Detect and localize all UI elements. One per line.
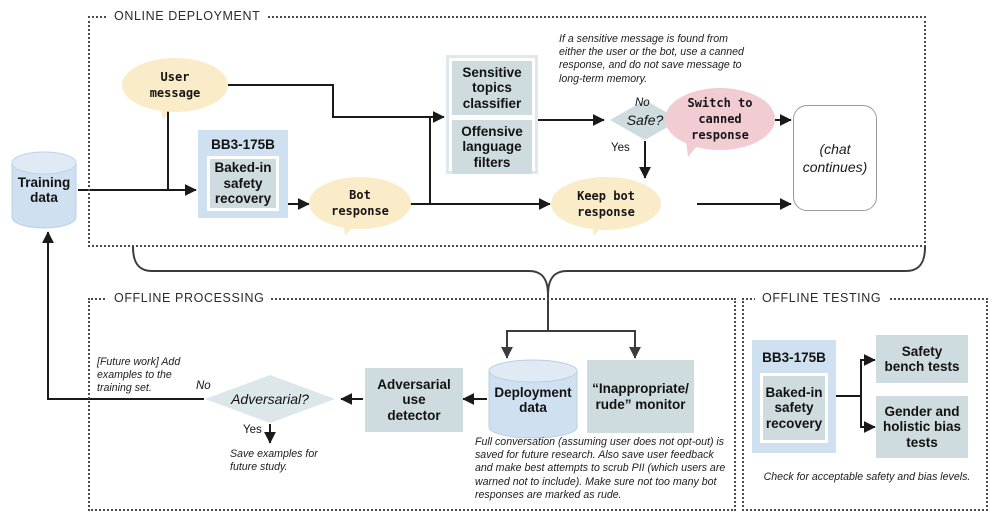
chat-continues-box: (chat continues)	[793, 105, 877, 211]
section-offline-processing-label: OFFLINE PROCESSING	[107, 291, 272, 305]
note-future-work: [Future work] Add examples to the traini…	[97, 356, 181, 395]
bias-tests-box: Gender and holistic bias tests	[876, 396, 968, 458]
rude-monitor-box: “Inappropriate/ rude” monitor	[587, 360, 694, 433]
note-save-examples: Save examples for future study.	[230, 448, 318, 474]
safety-bench-tests-box: Safety bench tests	[876, 335, 968, 383]
section-offline-testing-label: OFFLINE TESTING	[755, 291, 889, 305]
note-check-levels: Check for acceptable safety and bias lev…	[763, 471, 971, 483]
online-model-inner: Baked-in safety recovery	[207, 156, 279, 211]
testing-model-title: BB3-175B	[762, 350, 826, 365]
section-online-deployment-label: ONLINE DEPLOYMENT	[107, 9, 268, 23]
deployment-data-label: Deployment data	[494, 384, 572, 416]
online-model-box: BB3-175B Baked-in safety recovery	[198, 130, 288, 218]
user-message-bubble[interactable]: User message	[122, 58, 228, 112]
edge-label-yes-online: Yes	[611, 142, 630, 154]
testing-model-inner: Baked-in safety recovery	[760, 373, 828, 443]
training-data-label: Training data	[17, 174, 71, 206]
online-model-title: BB3-175B	[211, 137, 275, 152]
note-full-conversation: Full conversation (assuming user does no…	[475, 436, 726, 501]
adversarial-decision-label: Adversarial?	[231, 391, 309, 407]
safety-classifier-stack: Sensitive topics classifier Offensive la…	[446, 55, 538, 174]
edge-label-no-online: No	[635, 97, 650, 109]
edge-label-yes-offline: Yes	[243, 424, 262, 436]
offensive-language-filters: Offensive language filters	[452, 120, 532, 174]
note-sensitive-message: If a sensitive message is found from eit…	[559, 33, 744, 85]
brace-online-to-offline	[132, 246, 926, 296]
keep-bot-response-bubble[interactable]: Keep bot response	[551, 177, 661, 230]
adversarial-use-detector-box: Adversarial use detector	[365, 368, 463, 432]
bot-response-bubble[interactable]: Bot response	[309, 177, 411, 229]
testing-model-box: BB3-175B Baked-in safety recovery	[752, 340, 836, 453]
adversarial-decision[interactable]: Adversarial?	[205, 375, 335, 423]
diagram-canvas: ONLINE DEPLOYMENT OFFLINE PROCESSING OFF…	[0, 0, 1000, 525]
canned-response-bubble[interactable]: Switch to canned response	[665, 88, 775, 150]
sensitive-topics-classifier: Sensitive topics classifier	[452, 61, 532, 115]
